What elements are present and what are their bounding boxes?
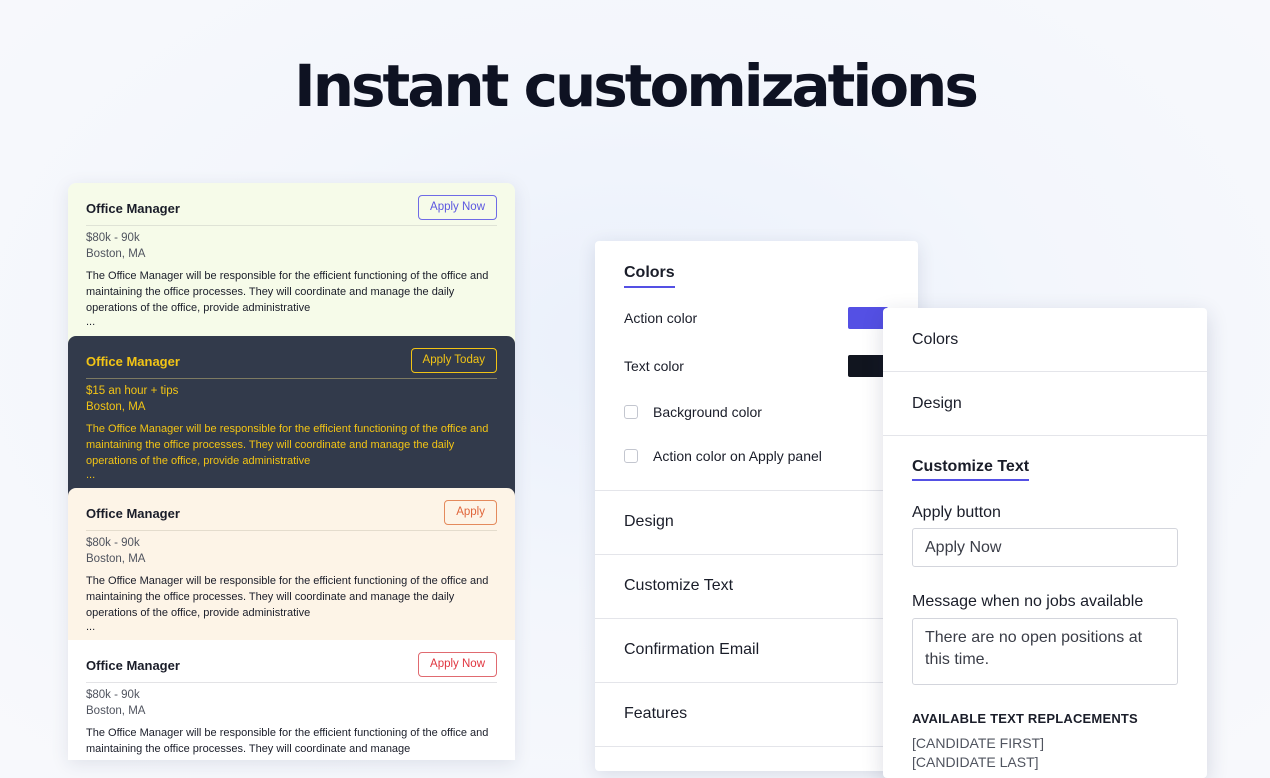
job-salary: $80k - 90k: [86, 232, 140, 244]
job-description-ellipsis: ...: [86, 316, 96, 328]
section-design[interactable]: Design: [883, 372, 1207, 436]
text-color-swatch[interactable]: [848, 355, 888, 377]
apply-button-input[interactable]: [912, 528, 1178, 567]
text-replacement-item[interactable]: [CANDIDATE FIRST]: [912, 735, 1044, 751]
apply-panel-color-checkbox[interactable]: [624, 449, 638, 463]
job-card: Office Manager Apply Today $15 an hour +…: [68, 336, 515, 506]
apply-button[interactable]: Apply Today: [410, 348, 497, 373]
job-salary: $80k - 90k: [86, 689, 140, 701]
card-divider: [86, 530, 497, 531]
section-customize-text[interactable]: Customize Text: [595, 554, 918, 618]
card-divider: [86, 378, 497, 379]
job-description: The Office Manager will be responsible f…: [86, 270, 489, 314]
job-salary: $80k - 90k: [86, 537, 140, 549]
colors-section-title[interactable]: Colors: [624, 264, 675, 288]
no-jobs-message-label: Message when no jobs available: [912, 593, 1144, 610]
job-description: The Office Manager will be responsible f…: [86, 727, 489, 755]
job-title: Office Manager: [86, 201, 180, 216]
customize-text-panel: Colors Design Customize Text Apply butto…: [883, 308, 1207, 778]
job-description: The Office Manager will be responsible f…: [86, 575, 489, 619]
card-divider: [86, 682, 497, 683]
job-title: Office Manager: [86, 658, 180, 673]
section-divider: [595, 746, 918, 771]
apply-panel-color-label: Action color on Apply panel: [653, 448, 822, 464]
background-color-label: Background color: [653, 404, 762, 420]
job-location: Boston, MA: [86, 553, 146, 565]
page-headline: Instant customizations: [294, 52, 979, 120]
text-replacement-item[interactable]: [CANDIDATE LAST]: [912, 754, 1039, 770]
apply-button[interactable]: Apply Now: [418, 195, 497, 220]
job-salary: $15 an hour + tips: [86, 385, 179, 397]
job-location: Boston, MA: [86, 248, 146, 260]
action-color-swatch[interactable]: [848, 307, 888, 329]
customize-text-section-title[interactable]: Customize Text: [912, 458, 1030, 481]
job-title: Office Manager: [86, 354, 180, 369]
section-confirmation-email[interactable]: Confirmation Email: [595, 618, 918, 682]
job-card: Office Manager Apply Now $80k - 90k Bost…: [68, 183, 515, 353]
job-title: Office Manager: [86, 506, 180, 521]
job-description-ellipsis: ...: [86, 621, 96, 633]
job-description-ellipsis: ...: [86, 469, 96, 481]
job-description: The Office Manager will be responsible f…: [86, 423, 489, 467]
action-color-label: Action color: [624, 310, 698, 326]
job-location: Boston, MA: [86, 401, 146, 413]
no-jobs-message-input[interactable]: There are no open positions at this time…: [912, 618, 1178, 685]
text-color-label: Text color: [624, 358, 684, 374]
card-divider: [86, 225, 497, 226]
job-card: Office Manager Apply $80k - 90k Boston, …: [68, 488, 515, 658]
section-colors[interactable]: Colors: [883, 308, 1207, 372]
job-location: Boston, MA: [86, 705, 146, 717]
section-features[interactable]: Features: [595, 682, 918, 746]
text-replacements-title: AVAILABLE TEXT REPLACEMENTS: [912, 711, 1138, 726]
apply-button-label: Apply button: [912, 504, 1001, 521]
apply-button[interactable]: Apply: [444, 500, 497, 525]
background-color-checkbox[interactable]: [624, 405, 638, 419]
colors-settings-panel: Colors Action color Text color Backgroun…: [595, 241, 918, 771]
section-design[interactable]: Design: [595, 490, 918, 554]
apply-button[interactable]: Apply Now: [418, 652, 497, 677]
job-card: Office Manager Apply Now $80k - 90k Bost…: [68, 640, 515, 760]
job-cards-preview: Office Manager Apply Now $80k - 90k Bost…: [68, 183, 515, 760]
